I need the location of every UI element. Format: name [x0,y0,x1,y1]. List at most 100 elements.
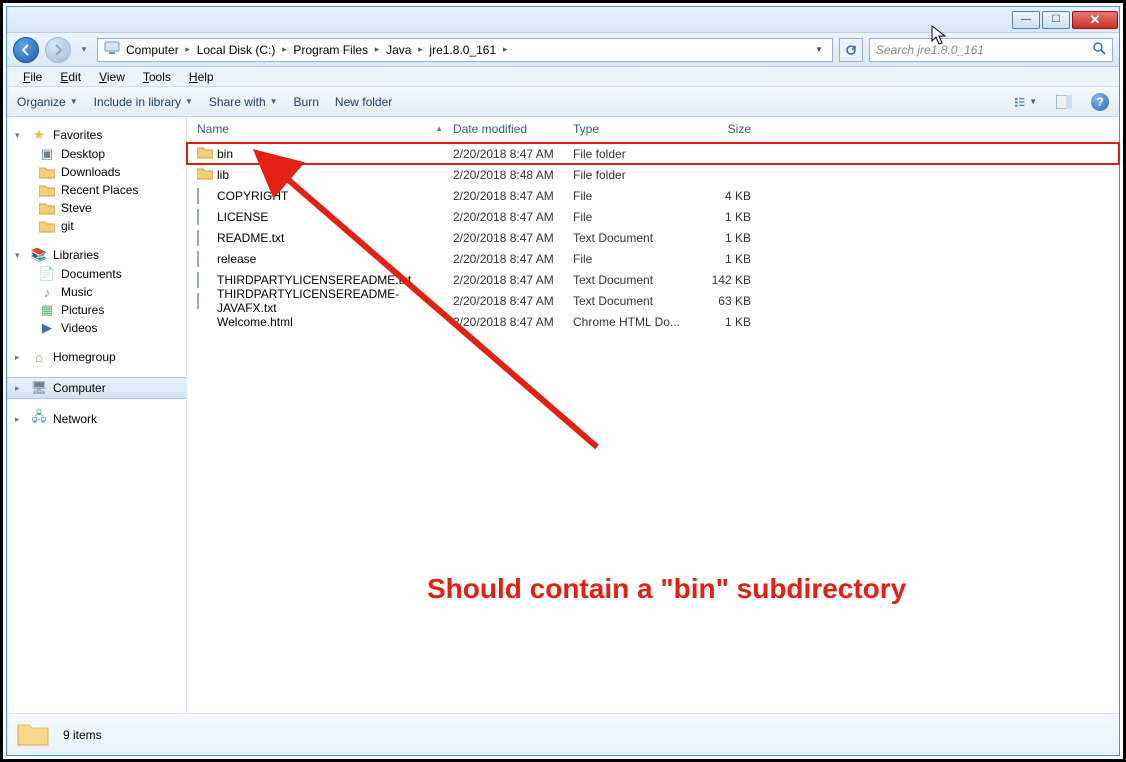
file-size: 1 KB [691,315,761,329]
crumb-1[interactable]: Local Disk (C:) [193,43,280,57]
status-count: 9 items [63,728,102,742]
nav-libraries[interactable]: ▾📚Libraries [7,245,186,265]
nav-git[interactable]: git [7,217,186,235]
address-bar[interactable]: Computer▸ Local Disk (C:)▸ Program Files… [97,38,833,62]
file-type: File [573,252,691,266]
maximize-button[interactable]: ☐ [1042,11,1070,29]
menu-view[interactable]: View [91,69,133,85]
nav-homegroup[interactable]: ▸⌂Homegroup [7,347,186,367]
file-name: Welcome.html [217,315,453,329]
crumb-2[interactable]: Program Files [289,43,372,57]
chevron-right-icon[interactable]: ▸ [279,39,289,61]
back-button[interactable] [13,37,39,63]
nav-network[interactable]: ▸🖧Network [7,409,186,429]
computer-icon: 🖥 [31,380,47,396]
preview-pane-button[interactable] [1053,91,1075,113]
desktop-icon: ▣ [39,146,55,162]
nav-steve[interactable]: Steve [7,199,186,217]
file-name: LICENSE [217,210,453,224]
file-rows: bin2/20/2018 8:47 AMFile folderlib2/20/2… [187,141,1119,713]
file-row[interactable]: bin2/20/2018 8:47 AMFile folder [187,143,1119,164]
file-name: THIRDPARTYLICENSEREADME-JAVAFX.txt [217,287,453,315]
nav-documents[interactable]: 📄Documents [7,265,186,283]
navigation-pane: ▾★Favorites ▣Desktop Downloads Recent Pl… [7,117,187,713]
file-list-pane: Name▲ Date modified Type Size bin2/20/20… [187,117,1119,713]
collapse-icon: ▾ [15,250,25,261]
folder-icon [39,164,55,180]
file-type: File [573,189,691,203]
column-type[interactable]: Type [573,122,691,136]
address-row: ▾ Computer▸ Local Disk (C:)▸ Program Fil… [7,33,1119,67]
search-icon [1093,42,1106,58]
file-row[interactable]: lib2/20/2018 8:48 AMFile folder [187,164,1119,185]
nav-downloads[interactable]: Downloads [7,163,186,181]
file-row[interactable]: LICENSE2/20/2018 8:47 AMFile1 KB [187,206,1119,227]
nav-music[interactable]: ♪Music [7,283,186,301]
file-type: File folder [573,168,691,182]
minimize-button[interactable]: — [1012,11,1040,29]
file-row[interactable]: COPYRIGHT2/20/2018 8:47 AMFile4 KB [187,185,1119,206]
nav-favorites[interactable]: ▾★Favorites [7,125,186,145]
nav-recent[interactable]: Recent Places [7,181,186,199]
menu-file[interactable]: File [15,69,50,85]
history-dropdown[interactable]: ▾ [77,44,91,55]
crumb-0[interactable]: Computer [122,43,183,57]
view-options-button[interactable]: ▼ [1015,91,1037,113]
file-modified: 2/20/2018 8:47 AM [453,189,573,203]
column-size[interactable]: Size [691,122,761,136]
search-input[interactable]: Search jre1.8.0_161 [869,38,1113,62]
expand-icon: ▸ [15,383,25,394]
text-icon [197,231,217,245]
expand-icon: ▸ [15,414,25,425]
file-row[interactable]: Welcome.html2/20/2018 8:47 AMChrome HTML… [187,311,1119,332]
chevron-right-icon[interactable]: ▸ [415,39,425,61]
menu-help[interactable]: Help [181,69,222,85]
share-with-button[interactable]: Share with▼ [209,95,278,109]
nav-computer[interactable]: ▸🖥Computer [7,377,186,399]
menu-edit[interactable]: Edit [52,69,89,85]
file-modified: 2/20/2018 8:47 AM [453,252,573,266]
chevron-right-icon[interactable]: ▸ [500,39,510,61]
help-button[interactable]: ? [1091,93,1109,111]
documents-icon: 📄 [39,266,55,282]
refresh-button[interactable] [839,38,863,62]
star-icon: ★ [31,127,47,143]
file-type: Text Document [573,273,691,287]
file-name: COPYRIGHT [217,189,453,203]
chevron-down-icon: ▼ [1029,97,1037,106]
menu-bar: File Edit View Tools Help [7,67,1119,87]
libraries-icon: 📚 [31,247,47,263]
chevron-right-icon[interactable]: ▸ [183,39,193,61]
forward-button[interactable] [45,37,71,63]
nav-videos[interactable]: ▶Videos [7,319,186,337]
file-modified: 2/20/2018 8:47 AM [453,147,573,161]
column-date-modified[interactable]: Date modified [453,122,573,136]
folder-icon [17,719,49,751]
text-icon [197,210,217,224]
crumb-3[interactable]: Java [382,43,415,57]
organize-button[interactable]: Organize▼ [17,95,78,109]
view-icon [1015,95,1027,109]
new-folder-button[interactable]: New folder [335,95,392,109]
address-dropdown[interactable]: ▾ [810,44,828,55]
include-in-library-button[interactable]: Include in library▼ [94,95,193,109]
chevron-right-icon[interactable]: ▸ [372,39,382,61]
crumb-4[interactable]: jre1.8.0_161 [425,43,500,57]
sort-asc-icon: ▲ [435,124,443,133]
file-name: lib [217,168,453,182]
folder-icon [39,218,55,234]
network-icon: 🖧 [31,411,47,427]
burn-button[interactable]: Burn [294,95,319,109]
menu-tools[interactable]: Tools [135,69,179,85]
nav-desktop[interactable]: ▣Desktop [7,145,186,163]
folder-icon [197,145,217,162]
file-row[interactable]: release2/20/2018 8:47 AMFile1 KB [187,248,1119,269]
file-modified: 2/20/2018 8:47 AM [453,294,573,308]
nav-pictures[interactable]: ▦Pictures [7,301,186,319]
collapse-icon: ▾ [15,130,25,141]
column-name[interactable]: Name▲ [197,122,453,136]
file-row[interactable]: README.txt2/20/2018 8:47 AMText Document… [187,227,1119,248]
file-row[interactable]: THIRDPARTYLICENSEREADME-JAVAFX.txt2/20/2… [187,290,1119,311]
close-button[interactable]: ✕ [1072,11,1118,29]
titlebar: — ☐ ✕ [7,7,1119,33]
